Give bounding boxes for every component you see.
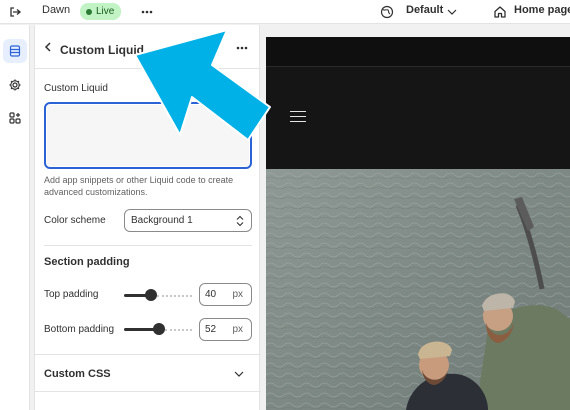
more-options-icon[interactable] bbox=[233, 41, 251, 55]
home-icon[interactable] bbox=[492, 3, 508, 21]
bottom-padding-slider[interactable] bbox=[124, 323, 192, 335]
custom-liquid-help-text: Add app snippets or other Liquid code to… bbox=[44, 175, 234, 197]
editor-sidebar-rail bbox=[0, 25, 30, 410]
custom-liquid-label: Custom Liquid bbox=[44, 83, 108, 94]
status-badge-label: Live bbox=[96, 6, 115, 17]
live-dot-icon bbox=[86, 8, 92, 15]
bottom-padding-unit: px bbox=[232, 324, 243, 335]
panel-header: Custom Liquid bbox=[35, 25, 261, 69]
divider bbox=[35, 354, 261, 355]
slider-thumb[interactable] bbox=[153, 323, 165, 335]
slider-thumb[interactable] bbox=[145, 289, 157, 301]
panel-title: Custom Liquid bbox=[60, 43, 144, 57]
theme-name: Dawn bbox=[42, 4, 71, 16]
color-scheme-label: Color scheme bbox=[44, 215, 106, 226]
color-scheme-value: Background 1 bbox=[131, 215, 193, 226]
slider-track bbox=[165, 329, 192, 331]
chevron-down-icon[interactable] bbox=[233, 368, 245, 380]
section-padding-heading: Section padding bbox=[44, 256, 130, 268]
top-padding-slider[interactable] bbox=[124, 289, 192, 301]
locale-selector[interactable]: Default bbox=[406, 4, 443, 16]
top-padding-value: 40 bbox=[205, 289, 217, 300]
bottom-padding-label: Bottom padding bbox=[44, 324, 115, 335]
sections-icon[interactable] bbox=[3, 39, 27, 63]
hero-image bbox=[266, 169, 570, 410]
divider bbox=[44, 245, 252, 246]
theme-settings-gear-icon[interactable] bbox=[3, 73, 27, 97]
editor-topbar: Dawn Live Default Home page bbox=[0, 0, 570, 24]
back-arrow-icon[interactable] bbox=[41, 40, 55, 54]
apps-icon[interactable] bbox=[3, 106, 27, 130]
store-preview[interactable] bbox=[266, 37, 570, 410]
exit-icon[interactable] bbox=[6, 3, 24, 21]
globe-icon[interactable] bbox=[378, 3, 396, 21]
top-padding-unit: px bbox=[232, 289, 243, 300]
page-selector[interactable]: Home page bbox=[514, 4, 570, 16]
bottom-padding-input[interactable]: 52 px bbox=[199, 318, 252, 341]
chevron-down-icon[interactable] bbox=[446, 5, 458, 19]
slider-track bbox=[157, 295, 192, 297]
top-padding-input[interactable]: 40 px bbox=[199, 283, 252, 306]
select-arrows-icon bbox=[235, 214, 245, 228]
bottom-padding-value: 52 bbox=[205, 324, 217, 335]
divider bbox=[35, 391, 261, 392]
menu-hamburger-icon[interactable] bbox=[290, 111, 306, 123]
more-actions-icon[interactable] bbox=[138, 3, 156, 21]
custom-css-toggle[interactable]: Custom CSS bbox=[44, 368, 111, 380]
preview-announcement-bar bbox=[266, 37, 570, 67]
section-settings-panel: Custom Liquid Custom Liquid Add app snip… bbox=[34, 25, 261, 410]
custom-liquid-textarea[interactable] bbox=[44, 102, 252, 169]
top-padding-label: Top padding bbox=[44, 289, 99, 300]
color-scheme-select[interactable]: Background 1 bbox=[124, 209, 252, 232]
status-badge: Live bbox=[80, 3, 122, 20]
